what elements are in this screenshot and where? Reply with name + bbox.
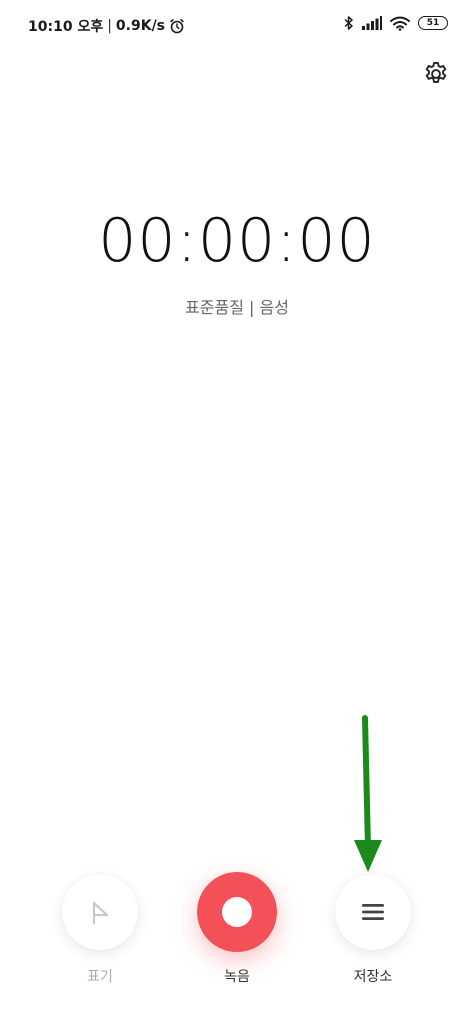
status-left: 10:10 오후 | 0.9K/s bbox=[28, 16, 185, 36]
wifi-icon bbox=[390, 16, 410, 31]
annotation-arrow bbox=[354, 715, 382, 872]
elapsed-timer: 00:00:00 bbox=[98, 206, 376, 276]
status-separator: | bbox=[107, 18, 112, 34]
settings-button[interactable] bbox=[422, 60, 450, 88]
flag-icon bbox=[92, 901, 109, 925]
status-right: 51 bbox=[344, 15, 448, 31]
bluetooth-icon bbox=[344, 16, 353, 30]
record-control: 녹음 bbox=[197, 872, 277, 986]
record-label: 녹음 bbox=[224, 969, 250, 985]
mark-label: 표기 bbox=[87, 969, 113, 985]
storage-control: 저장소 bbox=[335, 874, 411, 986]
status-bar: 10:10 오후 | 0.9K/s 51 bbox=[0, 0, 474, 50]
menu-icon bbox=[362, 904, 384, 920]
gear-icon bbox=[425, 61, 447, 83]
battery-level: 51 bbox=[426, 18, 440, 28]
storage-button[interactable] bbox=[335, 874, 411, 950]
mark-button[interactable] bbox=[62, 874, 138, 950]
battery-indicator: 51 bbox=[418, 16, 448, 30]
mark-control: 표기 bbox=[62, 874, 138, 986]
signal-icon bbox=[362, 16, 382, 30]
alarm-clock-icon bbox=[170, 19, 184, 34]
storage-label: 저장소 bbox=[353, 969, 393, 985]
record-button[interactable] bbox=[197, 872, 277, 952]
status-net-speed: 0.9K/s bbox=[115, 18, 166, 34]
status-time: 10:10 오후 bbox=[28, 19, 104, 35]
record-dot-icon bbox=[222, 897, 252, 927]
recording-quality-label[interactable]: 표준품질 | 음성 bbox=[0, 294, 474, 318]
